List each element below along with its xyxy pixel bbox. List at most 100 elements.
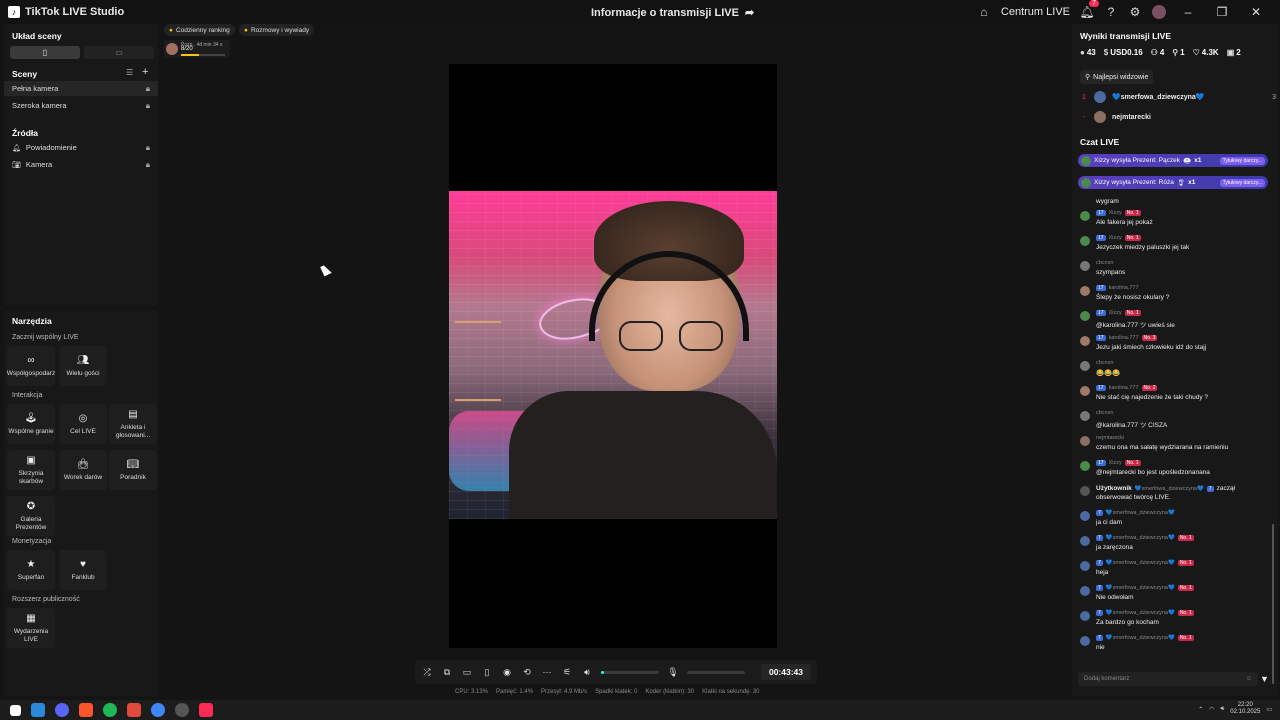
chevron-up-icon[interactable]: ⌃ (1198, 706, 1203, 713)
ranking-widget[interactable]: Pozo.. 4d min 34 s 8/20 (164, 40, 230, 58)
group-label: Zacznij wspólny LIVE (12, 334, 79, 341)
minimize-button[interactable]: – (1176, 5, 1200, 19)
notification-icon[interactable]: ▭ (1266, 706, 1272, 713)
screen-icon[interactable]: ▭ (461, 667, 473, 678)
comment-input[interactable]: Dodaj komentarz ☺ (1078, 672, 1258, 686)
daily-ranking-chip[interactable]: ● Codzienny ranking (164, 24, 235, 36)
stream-preview[interactable] (449, 64, 777, 648)
emoji-icon[interactable]: ☺ (1246, 676, 1252, 682)
centrum-live-link[interactable]: Centrum LIVE (1001, 6, 1070, 18)
layers-icon[interactable]: ⧉ (441, 667, 453, 678)
chat-username[interactable]: cbcnxn (1096, 360, 1113, 366)
spotify-icon[interactable] (103, 703, 117, 717)
multiguest-button[interactable]: 👥︎ Wielu gości (59, 346, 107, 386)
treasure-chest-button[interactable]: ▣ Skrzynia skarbów (7, 450, 55, 490)
settings-gear-icon[interactable]: ⚙ (1128, 5, 1142, 19)
chat-username[interactable]: 💙smerfowa_dziewczyna💙 (1106, 535, 1175, 541)
tool-label: Superfan (17, 573, 45, 581)
chat-username[interactable]: 💙smerfowa_dziewczyna💙 (1106, 635, 1175, 641)
chat-username[interactable]: karolina.777 (1109, 385, 1139, 391)
mixer-icon[interactable]: ⚟ (561, 667, 573, 678)
restore-button[interactable]: ❐ (1210, 5, 1234, 19)
chat-username[interactable]: Xizzy (1109, 210, 1122, 216)
avatar[interactable] (1152, 5, 1166, 19)
ranking-progress (181, 54, 225, 56)
chat-username[interactable]: 💙smerfowa_dziewczyna💙 (1106, 560, 1175, 566)
volume-slider[interactable] (601, 670, 659, 674)
windows-start-icon[interactable] (10, 704, 21, 716)
layout-landscape-button[interactable]: ▭ (84, 46, 154, 59)
chat-username[interactable]: Xizzy (1109, 235, 1122, 241)
mic-slider[interactable] (687, 670, 745, 674)
system-name[interactable]: 💙smerfowa_dziewczyna💙 (1135, 486, 1204, 492)
cohost-button[interactable]: ∞ Współgospodarz (7, 346, 55, 386)
explorer-icon[interactable] (31, 703, 45, 717)
discord-icon[interactable] (55, 703, 69, 717)
top-viewer-row[interactable]: - nejmtarecki (1080, 109, 1276, 125)
lock-icon[interactable]: 🔒︎ (146, 101, 150, 111)
tiktok-live-icon[interactable] (199, 703, 213, 717)
level-badge: 7 (1096, 610, 1103, 616)
bell-icon[interactable]: 🔔︎ 7 (1079, 0, 1099, 19)
microphone-icon[interactable]: 🎙︎ (667, 667, 679, 678)
scene-label: Szeroka kamera (12, 101, 67, 110)
top-viewers-button[interactable]: ⚲ Najlepsi widzowie (1080, 70, 1154, 84)
live-events-button[interactable]: ▦ Wydarzenia LIVE (7, 608, 55, 648)
chat-scrollbar[interactable] (1272, 524, 1274, 684)
obs-icon[interactable] (175, 703, 189, 717)
chat-username[interactable]: Xizzy (1109, 460, 1122, 466)
record-icon[interactable]: ◉ (501, 667, 513, 678)
live-goal-button[interactable]: ◎ Cel LIVE (59, 404, 107, 444)
fanclub-button[interactable]: ♥ Fanklub (59, 550, 107, 590)
chat-username[interactable]: nejmtarecki (1096, 435, 1124, 441)
speaker-icon[interactable]: 🔊︎ (581, 667, 593, 678)
wifi-icon[interactable]: ◠ (1209, 706, 1214, 713)
chat-username[interactable]: Xizzy (1109, 310, 1122, 316)
shared-game-button[interactable]: 🕹︎ Wspólne granie (7, 404, 55, 444)
close-button[interactable]: ✕ (1244, 5, 1268, 19)
ranking-value: 8/20 (181, 46, 193, 52)
shuffle-icon[interactable]: ⤮ (421, 667, 433, 678)
chat-username[interactable]: karolina.777 (1109, 285, 1139, 291)
gift-message: Xizzy wysyła Prezent: Pączek 🍩︎ x1 Tytuł… (1078, 154, 1268, 167)
brave-icon[interactable] (79, 703, 93, 717)
chat-username[interactable]: karolina.777 (1109, 335, 1139, 341)
chat-username[interactable]: 💙smerfowa_dziewczyna💙 (1106, 585, 1175, 591)
gift-gallery-button[interactable]: ✪ Galeria Prezentów (7, 496, 55, 536)
lock-icon[interactable]: 🔒︎ (146, 84, 150, 94)
send-icon[interactable]: ▼ (1260, 674, 1269, 684)
chat-username[interactable]: cbcnxn (1096, 260, 1113, 266)
source-item[interactable]: 📷︎ Kamera 🔒︎ (4, 157, 158, 172)
guide-button[interactable]: 📖︎ Poradnik (109, 450, 157, 490)
chat-username[interactable]: cbcnxn (1096, 410, 1113, 416)
lock-icon[interactable]: 🔒︎ (146, 143, 150, 153)
source-item[interactable]: 🔔︎ Powiadomienie 🔒︎ (4, 140, 158, 155)
level-badge: 7 (1096, 635, 1103, 641)
phone-icon[interactable]: ▯ (481, 667, 493, 678)
replay-icon[interactable]: ⟲ (521, 667, 533, 678)
chat-text: ja zaręczona (1096, 544, 1133, 551)
talks-chip[interactable]: ● Rozmowy i wywiady (239, 24, 315, 36)
speaker-icon[interactable]: 🔊︎ (1221, 706, 1225, 713)
photos-icon[interactable] (127, 703, 141, 717)
scene-item[interactable]: Szeroka kamera 🔒︎ (4, 98, 158, 113)
scene-item[interactable]: Pełna kamera 🔒︎ (4, 81, 158, 96)
usd-metric: $ USD0.16 (1103, 48, 1143, 57)
top-viewer-row[interactable]: 1 💙smerfowa_dziewczyna💙 3 (1080, 89, 1276, 105)
viewer-name: nejmtarecki (1112, 113, 1151, 121)
gift-bag-button[interactable]: 👜︎ Worek darów (59, 450, 107, 490)
chrome-icon[interactable] (151, 703, 165, 717)
chat-username[interactable]: 💙smerfowa_dziewczyna💙 (1106, 610, 1175, 616)
stream-info-button[interactable]: Informacje o transmisji LIVE ➦ (591, 6, 754, 20)
clock[interactable]: 22:20 02.10.2025 (1230, 702, 1260, 716)
superfan-button[interactable]: ★ Superfan (7, 550, 55, 590)
add-scene-icon[interactable]: + (142, 66, 148, 78)
more-icon[interactable]: ⋯ (541, 667, 553, 678)
layout-portrait-button[interactable]: ▯ (10, 46, 80, 59)
list-icon[interactable]: ☰ (126, 68, 133, 77)
chat-text: Jezu jaki śmiech człowieku idź do stajj (1096, 344, 1207, 351)
chat-username[interactable]: 💙smerfowa_dziewczyna💙 (1106, 510, 1175, 516)
lock-icon[interactable]: 🔒︎ (146, 160, 150, 170)
help-icon[interactable]: ? (1104, 5, 1118, 19)
poll-button[interactable]: ▤ Ankieta i głosowani... (109, 404, 157, 444)
